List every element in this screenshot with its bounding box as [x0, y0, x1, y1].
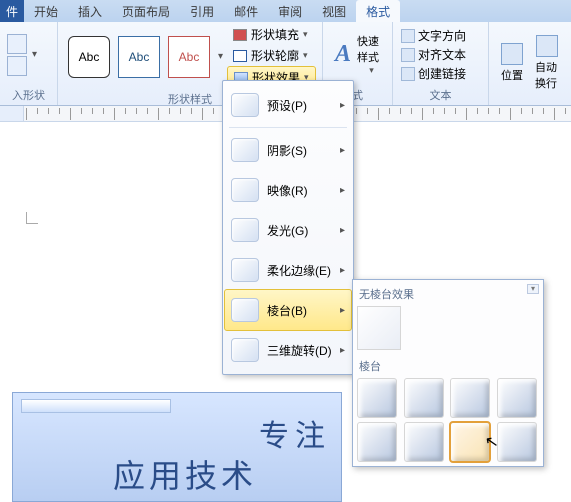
- wordart-icon: A: [335, 41, 351, 68]
- shape-fill-label: 形状填充: [251, 26, 299, 43]
- link-icon: [401, 67, 415, 81]
- style-preview-3[interactable]: Abc: [168, 36, 210, 78]
- group-label-text: 文本: [393, 87, 488, 105]
- position-button[interactable]: 位置: [495, 43, 529, 83]
- shape-gallery-icon[interactable]: [7, 34, 27, 54]
- reflection-icon: [231, 178, 259, 202]
- create-link-label: 创建链接: [418, 65, 466, 82]
- tab-view[interactable]: 视图: [312, 0, 356, 22]
- fx-3d-rotation[interactable]: 三维旋转(D) ▸: [225, 330, 351, 370]
- bevel-option[interactable]: [497, 378, 537, 418]
- bevel-option[interactable]: [404, 422, 444, 462]
- chevron-right-icon: ▸: [340, 225, 345, 236]
- bevel-option-none[interactable]: [357, 306, 401, 350]
- position-label: 位置: [501, 67, 523, 83]
- tab-review[interactable]: 审阅: [268, 0, 312, 22]
- quick-styles-button[interactable]: 快速样式: [357, 33, 386, 65]
- bevel-no-effect-header: 无棱台效果: [357, 284, 539, 306]
- bevel-option[interactable]: [357, 378, 397, 418]
- shape-outline-button[interactable]: 形状轮廓 ▾: [227, 45, 316, 66]
- fx-reflection[interactable]: 映像(R) ▸: [225, 170, 351, 210]
- document-text-line1: 专注: [259, 411, 331, 455]
- bevel-icon: [231, 298, 259, 322]
- group-label-arrange: [489, 103, 571, 105]
- panel-move-grip-icon[interactable]: ▾: [527, 284, 539, 294]
- wrap-text-button[interactable]: 自动换行: [529, 35, 565, 91]
- position-icon: [501, 43, 523, 65]
- wrap-icon: [536, 35, 558, 57]
- soft-edges-icon: [231, 258, 259, 282]
- create-link-button[interactable]: 创建链接: [399, 64, 468, 83]
- fx-preset[interactable]: 预设(P) ▸: [225, 85, 351, 125]
- bevel-option[interactable]: [357, 422, 397, 462]
- tab-insert[interactable]: 插入: [68, 0, 112, 22]
- crop-mark-icon: [26, 212, 38, 224]
- bevel-gallery-panel: ▾ 无棱台效果 棱台 ↖: [352, 279, 544, 467]
- fx-reflection-label: 映像(R): [267, 182, 308, 199]
- chevron-right-icon: ▸: [340, 145, 345, 156]
- fx-glow-label: 发光(G): [267, 222, 308, 239]
- group-label-insert-shapes: 入形状: [0, 87, 57, 105]
- chevron-down-icon[interactable]: ▾: [357, 65, 386, 76]
- shape-effects-menu: 预设(P) ▸ 阴影(S) ▸ 映像(R) ▸ 发光(G) ▸ 柔化边缘(E) …: [222, 80, 354, 375]
- preset-icon: [231, 93, 259, 117]
- bevel-section-header: 棱台: [357, 356, 539, 378]
- bevel-option[interactable]: [450, 378, 490, 418]
- tab-mail[interactable]: 邮件: [224, 0, 268, 22]
- tab-page-layout[interactable]: 页面布局: [112, 0, 180, 22]
- fx-shadow-label: 阴影(S): [267, 142, 307, 159]
- shadow-icon: [231, 138, 259, 162]
- style-preview-2[interactable]: Abc: [118, 36, 160, 78]
- fx-bevel[interactable]: 棱台(B) ▸: [224, 289, 352, 331]
- chevron-right-icon: ▸: [340, 305, 345, 316]
- fx-bevel-label: 棱台(B): [267, 302, 307, 319]
- text-direction-icon: [401, 29, 415, 43]
- chevron-down-icon: ▾: [303, 50, 308, 61]
- document-text-line2: 应用技术: [113, 451, 257, 497]
- text-box-shape[interactable]: 专注 应用技术: [12, 392, 342, 502]
- outline-swatch-icon: [233, 50, 247, 62]
- chevron-right-icon: ▸: [340, 100, 345, 111]
- chevron-right-icon: ▸: [340, 345, 345, 356]
- style-preview-1[interactable]: Abc: [68, 36, 110, 78]
- scroll-down-icon[interactable]: ▾: [32, 49, 37, 60]
- align-text-label: 对齐文本: [418, 46, 466, 63]
- tab-references[interactable]: 引用: [180, 0, 224, 22]
- shape-gallery-icon[interactable]: [7, 56, 27, 76]
- tab-format[interactable]: 格式: [356, 0, 400, 22]
- fill-swatch-icon: [233, 29, 247, 41]
- ruler-margin: [0, 106, 24, 122]
- fx-shadow[interactable]: 阴影(S) ▸: [225, 130, 351, 170]
- shape-outline-label: 形状轮廓: [251, 47, 299, 64]
- fx-3d-rotation-label: 三维旋转(D): [267, 342, 332, 359]
- fx-soft-edges[interactable]: 柔化边缘(E) ▸: [225, 250, 351, 290]
- glow-icon: [231, 218, 259, 242]
- text-direction-label: 文字方向: [418, 27, 466, 44]
- tab-home[interactable]: 开始: [24, 0, 68, 22]
- bevel-option[interactable]: [497, 422, 537, 462]
- chevron-right-icon: ▸: [340, 185, 345, 196]
- align-text-button[interactable]: 对齐文本: [399, 45, 468, 64]
- text-direction-button[interactable]: 文字方向: [399, 26, 468, 45]
- fx-soft-edges-label: 柔化边缘(E): [267, 262, 331, 279]
- chevron-right-icon: ▸: [340, 265, 345, 276]
- shape-fill-button[interactable]: 形状填充 ▾: [227, 24, 316, 45]
- styles-more-icon[interactable]: ▾: [218, 51, 223, 62]
- chevron-down-icon: ▾: [303, 29, 308, 40]
- inner-bar: [21, 399, 171, 413]
- rotation-3d-icon: [231, 338, 259, 362]
- fx-preset-label: 预设(P): [267, 97, 307, 114]
- tab-file[interactable]: 件: [0, 0, 24, 22]
- cursor-icon: ↖: [483, 431, 500, 453]
- align-text-icon: [401, 48, 415, 62]
- fx-glow[interactable]: 发光(G) ▸: [225, 210, 351, 250]
- bevel-option[interactable]: [404, 378, 444, 418]
- wrap-text-label: 自动换行: [535, 59, 559, 91]
